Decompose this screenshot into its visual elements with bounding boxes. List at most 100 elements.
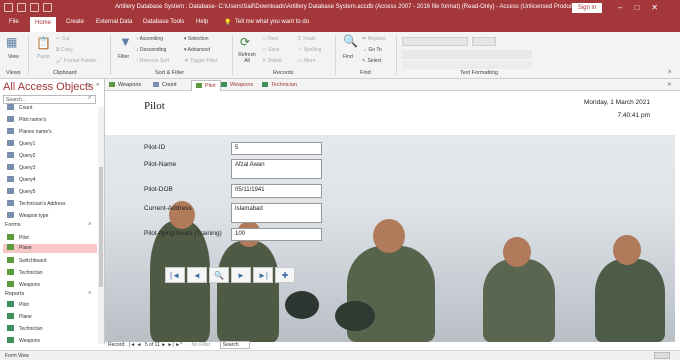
current-address-field[interactable]: Islamabad (231, 203, 322, 223)
remove-sort-button[interactable]: ↕ Remove Sort (136, 58, 169, 64)
record-search-input[interactable]: Search (219, 341, 250, 349)
chevron-up-icon[interactable]: ˄ (88, 222, 92, 228)
nav-form-item[interactable]: Weapons (7, 281, 40, 288)
copy-button[interactable]: ⧉ Copy (56, 47, 73, 53)
close-button[interactable]: ✕ (651, 3, 658, 12)
tab-home[interactable]: Home (30, 17, 57, 32)
nav-query-item[interactable]: Query5 (7, 188, 35, 195)
collapse-pane-icon[interactable]: « (96, 82, 99, 88)
paste-button[interactable]: Paste (37, 54, 50, 60)
cut-button[interactable]: ✂ Cut (56, 36, 69, 42)
paste-icon[interactable]: 📋 (36, 36, 51, 50)
new-record-button[interactable]: ▭ New (262, 36, 278, 42)
tab-database-tools[interactable]: Database Tools (143, 19, 184, 25)
nav-section-forms[interactable]: Forms (5, 222, 21, 228)
tab-help[interactable]: Help (196, 19, 208, 25)
totals-button[interactable]: Σ Totals (298, 36, 316, 42)
format-painter-button[interactable]: 🖌 Format Painter (56, 58, 97, 64)
select-button[interactable]: ↖ Select (362, 58, 382, 64)
more-button[interactable]: ▭ More (298, 58, 316, 64)
save-record-button[interactable]: ▭ Save (262, 47, 280, 53)
nav-form-item-selected[interactable]: Plane (3, 244, 97, 253)
record-position[interactable]: 5 of 11 (145, 342, 160, 348)
new-record-icon[interactable]: ►* (175, 342, 182, 348)
nav-query-item[interactable]: Planes name's (7, 128, 52, 135)
nav-form-item[interactable]: Technician (7, 269, 43, 276)
next-record-button[interactable]: ► (231, 267, 251, 283)
sign-in-button[interactable]: Sign in (572, 3, 602, 13)
nav-query-item[interactable]: Query3 (7, 164, 35, 171)
nav-query-item[interactable]: Query4 (7, 176, 35, 183)
nav-query-item[interactable]: Query2 (7, 152, 35, 159)
find-icon[interactable]: 🔍 (343, 34, 358, 48)
font-size-dropdown[interactable] (472, 37, 496, 46)
previous-record-button[interactable]: ◄ (187, 267, 207, 283)
refresh-icon[interactable]: ⟳ (240, 35, 250, 49)
nav-report-item[interactable]: Technician (7, 325, 43, 332)
customize-icon[interactable] (43, 3, 52, 12)
nav-section-reports[interactable]: Reports (5, 291, 24, 297)
nav-dropdown-icon[interactable]: ⊙ (86, 82, 91, 89)
nav-form-item[interactable]: Pilot (7, 234, 29, 241)
minimize-button[interactable]: – (618, 3, 622, 12)
goto-button[interactable]: → Go To (362, 47, 382, 53)
nav-query-item[interactable]: Pilot name's (7, 116, 46, 123)
descending-button[interactable]: ↓ Descending (136, 47, 166, 53)
first-record-icon[interactable]: |◄ (129, 342, 135, 348)
view-button[interactable]: View (8, 54, 19, 60)
close-tab-icon[interactable]: ✕ (667, 80, 672, 91)
doc-tab-technician[interactable]: Technician (262, 80, 297, 91)
pilot-dob-field[interactable]: 05/11/1941 (231, 184, 322, 198)
save-icon[interactable] (4, 3, 13, 12)
pilot-name-field[interactable]: Afzal Awan (231, 159, 322, 179)
next-record-icon[interactable]: ► (161, 342, 166, 348)
view-icon[interactable]: ▦ (6, 35, 17, 49)
delete-record-button[interactable]: ✕ Delete (262, 58, 282, 64)
font-name-dropdown[interactable] (402, 37, 468, 46)
nav-query-item[interactable]: Technician's Address (7, 200, 66, 207)
doc-tab-weapons-report[interactable]: Weapons (221, 80, 253, 91)
redo-icon[interactable] (30, 3, 39, 12)
nav-query-item[interactable]: Count (7, 104, 32, 111)
pilot-id-field[interactable]: 5 (231, 142, 322, 155)
maximize-button[interactable]: □ (634, 3, 639, 12)
last-record-button[interactable]: ►| (253, 267, 273, 283)
form-view-icon[interactable] (654, 352, 670, 359)
filter-icon[interactable]: ▼ (119, 34, 132, 49)
find-button[interactable]: Find (343, 54, 353, 60)
filter-button[interactable]: Filter (118, 54, 129, 60)
doc-tab-count[interactable]: Count (153, 80, 177, 91)
toggle-filter-button[interactable]: ▼ Toggle Filter (184, 58, 217, 64)
refresh-all-button[interactable]: Refresh All (236, 52, 258, 64)
undo-icon[interactable] (17, 3, 26, 12)
nav-form-item[interactable]: Switchboard (7, 257, 47, 264)
first-record-button[interactable]: |◄ (165, 267, 185, 283)
tab-external-data[interactable]: External Data (96, 19, 132, 25)
nav-query-item[interactable]: Query1 (7, 140, 35, 147)
chevron-up-icon[interactable]: ˄ (88, 291, 92, 297)
ascending-button[interactable]: ↑ Ascending (136, 36, 163, 42)
nav-search-input[interactable]: Search... (3, 95, 96, 104)
replace-button[interactable]: ⇄ Replace (362, 36, 386, 42)
nav-query-item[interactable]: Weapon type (7, 212, 48, 219)
new-record-nav-button[interactable]: ✚ (275, 267, 295, 283)
tab-create[interactable]: Create (66, 19, 84, 25)
nav-scrollbar[interactable] (98, 107, 104, 344)
flying-hours-field[interactable]: 100 (231, 228, 322, 241)
collapse-ribbon-icon[interactable]: ˄ (668, 70, 672, 76)
advanced-button[interactable]: ▾ Advanced (184, 47, 210, 53)
nav-pane-title[interactable]: All Access Objects (3, 81, 93, 93)
find-record-button[interactable]: 🔍 (209, 267, 229, 283)
doc-tab-pilot[interactable]: Pilot (191, 80, 221, 91)
selection-button[interactable]: ▾ Selection (184, 36, 208, 42)
last-record-icon[interactable]: ►| (168, 342, 174, 348)
filter-status[interactable]: No Filter (191, 342, 210, 348)
tab-file[interactable]: File (9, 19, 19, 25)
doc-tab-weapons[interactable]: Weapons (109, 80, 141, 91)
tell-me-box[interactable]: Tell me what you want to do (235, 19, 309, 25)
spelling-button[interactable]: ✓ Spelling (298, 47, 321, 53)
prev-record-icon[interactable]: ◄ (137, 342, 142, 348)
scrollbar-thumb[interactable] (99, 167, 103, 287)
nav-report-item[interactable]: Weapons (7, 337, 40, 344)
nav-report-item[interactable]: Pilot (7, 301, 29, 308)
